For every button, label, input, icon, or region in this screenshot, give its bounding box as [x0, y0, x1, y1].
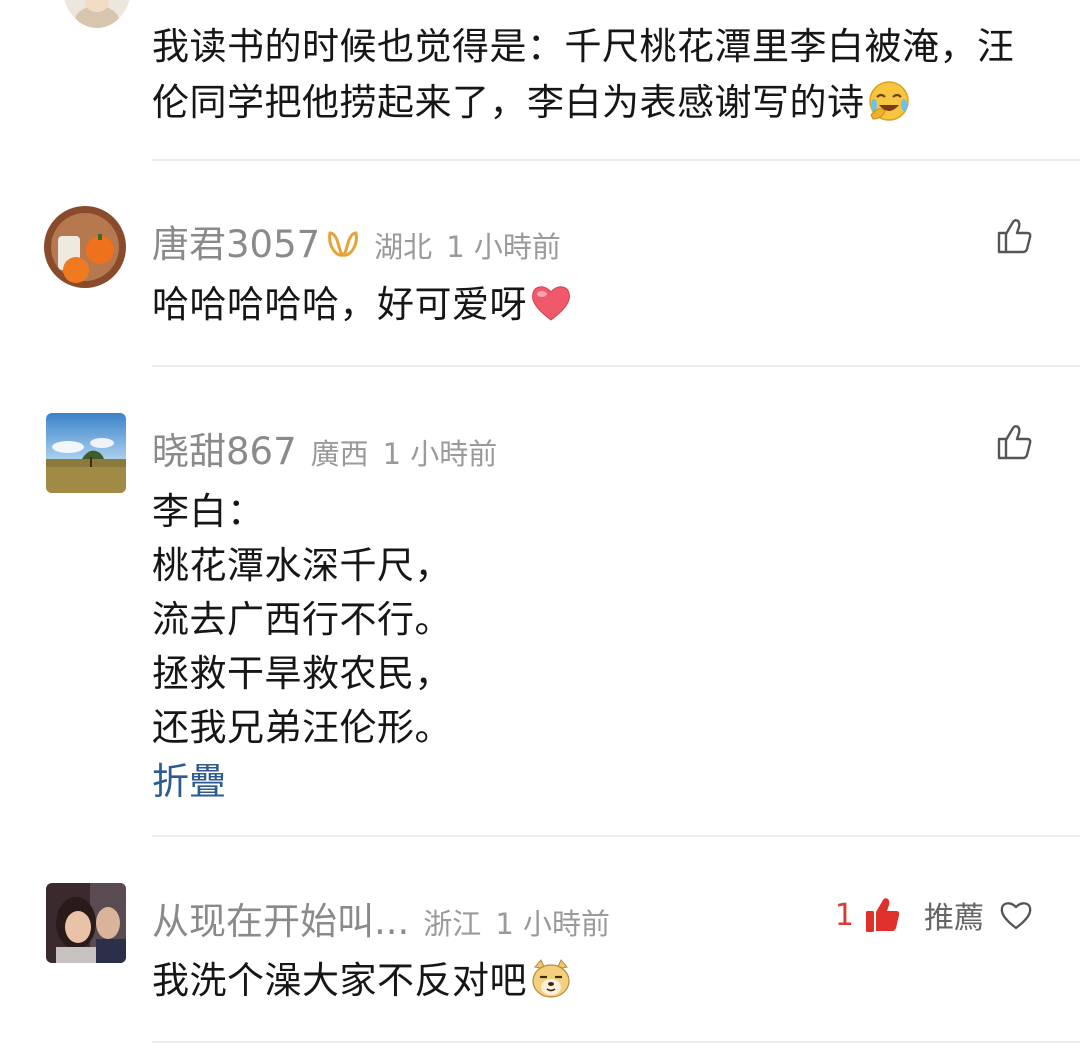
comment-text-segment: 伦同学把他捞起来了，李白为表感谢写的诗	[152, 81, 865, 124]
avatar-image	[62, 0, 132, 28]
comment-divider	[152, 159, 1080, 161]
comment-text-line: 伦同学把他捞起来了，李白为表感谢写的诗	[152, 72, 911, 127]
avatar-image	[44, 206, 126, 288]
heart-outline-icon[interactable]	[998, 897, 1034, 933]
like-button[interactable]	[996, 423, 1034, 461]
heart-emoji	[529, 281, 573, 325]
comment-header: 唐君3057 湖北 1 小時前	[152, 214, 561, 268]
comment-divider	[152, 835, 1080, 837]
comment-text-line: 我洗个澡大家不反对吧	[152, 950, 573, 1005]
comment-divider	[152, 1041, 1080, 1043]
comment-text-line: 哈哈哈哈哈，好可爱呀	[152, 274, 573, 329]
comment-location: 湖北	[374, 230, 433, 264]
comment-text-line: 李白：	[152, 490, 265, 533]
avatar[interactable]	[46, 413, 126, 493]
membership-badge-icon	[326, 227, 360, 261]
collapse-link[interactable]: 折疊	[152, 751, 226, 805]
comment-time: 1 小時前	[382, 437, 498, 471]
like-count: 1	[834, 897, 854, 933]
comment-text-line: 桃花潭水深千尺，	[152, 544, 452, 587]
laugh-cry-emoji	[867, 79, 911, 123]
comment-location: 浙江	[423, 907, 482, 941]
thumbs-up-filled-icon	[866, 898, 900, 932]
avatar-image	[46, 413, 126, 493]
avatar[interactable]	[46, 883, 126, 963]
avatar[interactable]	[44, 206, 126, 288]
comment-divider	[152, 365, 1080, 367]
like-button[interactable]	[996, 217, 1034, 255]
recommend-button-label[interactable]: 推薦	[924, 893, 984, 937]
comment-text-segment: 我洗个澡大家不反对吧	[152, 959, 527, 1002]
comment-text-segment: 哈哈哈哈哈，好可爱呀	[152, 283, 527, 326]
doge-emoji	[529, 957, 573, 1001]
comment-text-line: 流去广西行不行。	[152, 598, 452, 641]
username[interactable]: 唐君3057	[152, 214, 320, 268]
comment-header: 晓甜867 廣西 1 小時前	[152, 421, 497, 475]
username[interactable]: 晓甜867	[152, 421, 297, 475]
thumbs-up-icon	[997, 425, 1032, 460]
avatar-image	[46, 883, 126, 963]
comment-time: 1 小時前	[495, 907, 610, 941]
comment-actions: 1 推薦	[835, 893, 1034, 937]
comment-location: 廣西	[310, 437, 369, 471]
comment-header: 从现在开始叫... 浙江 1 小時前	[152, 891, 610, 945]
comment-text-line: 还我兄弟汪伦形。	[152, 706, 452, 749]
comment-text-line: 拯救干旱救农民，	[152, 652, 452, 695]
thumbs-up-icon	[997, 219, 1032, 254]
like-button[interactable]	[864, 896, 902, 934]
comment-text-line: 我读书的时候也觉得是：千尺桃花潭里李白被淹，汪	[152, 25, 1015, 68]
avatar[interactable]	[62, 0, 132, 28]
comment-time: 1 小時前	[446, 230, 561, 264]
username[interactable]: 从现在开始叫...	[152, 891, 409, 945]
